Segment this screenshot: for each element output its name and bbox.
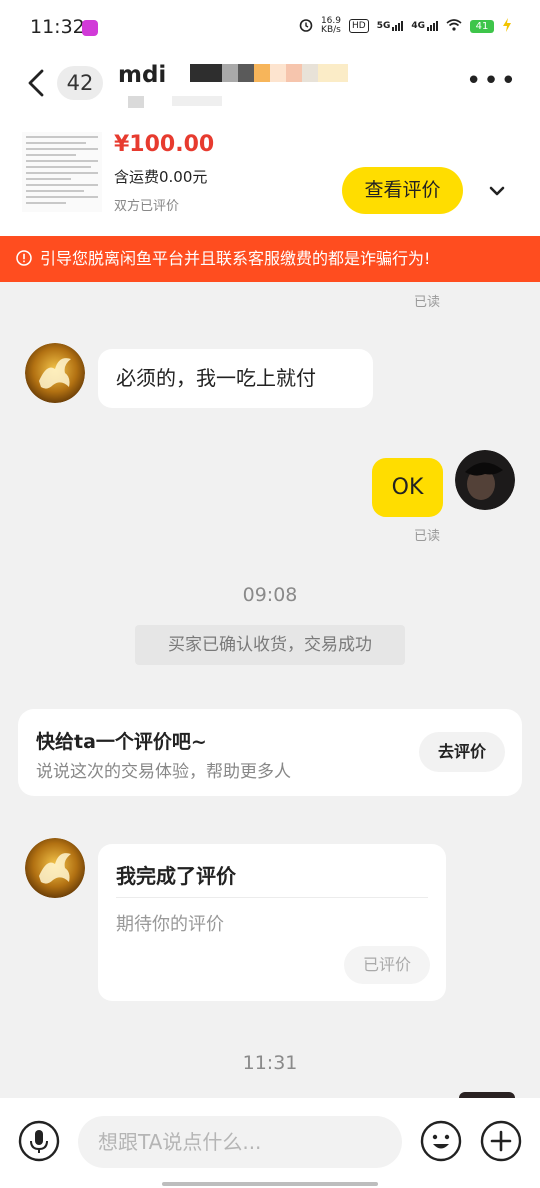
hd-icon: HD [348,19,369,33]
wifi-icon [446,18,462,34]
message-list[interactable]: 已读 必须的，我一吃上就付 OK 已读 09:08 买家已确认收货，交易成功 快… [0,282,540,1098]
product-thumbnail[interactable] [22,132,102,212]
go-review-button[interactable]: 去评价 [419,732,505,772]
unread-count-badge[interactable]: 42 [57,66,103,100]
voice-button[interactable] [18,1120,60,1162]
app-notification-icon [82,20,98,36]
message-bubble-self[interactable]: OK [372,458,443,517]
review-card-text: 期待你的评价 [116,914,224,935]
review-prompt-card: 快给ta一个评价吧~ 说说这次的交易体验，帮助更多人 去评价 [18,709,522,796]
shipping-fee: 含运费0.00元 [114,168,208,186]
seller-avatar[interactable] [25,343,85,403]
reviewed-button[interactable]: 已评价 [344,946,430,984]
review-status: 双方已评价 [114,199,180,214]
status-icons: 16.9 KB/s HD 5G 4G 41 [299,17,512,35]
fraud-warning-banner: 引导您脱离闲鱼平台并且联系客服缴费的都是诈骗行为! [0,236,540,282]
warning-text: 引导您脱离闲鱼平台并且联系客服缴费的都是诈骗行为! [40,249,431,268]
review-prompt-title: 快给ta一个评价吧~ [36,731,207,753]
signal-4g-icon: 4G [411,21,438,31]
read-receipt: 已读 [414,295,441,310]
review-completed-card[interactable]: 我完成了评价 期待你的评价 已评价 [98,844,446,1001]
charging-icon [502,17,512,35]
expand-button[interactable] [476,170,518,212]
emoji-icon [420,1120,462,1162]
contact-name[interactable]: mdi [118,62,166,88]
more-icon: ••• [465,66,518,96]
phoenix-avatar-icon [25,838,85,898]
review-card-title: 我完成了评价 [116,864,236,888]
seller-avatar[interactable] [25,838,85,898]
product-price: ¥100.00 [114,132,215,157]
emoji-button[interactable] [420,1120,462,1162]
battery-icon: 41 [470,19,494,33]
clock: 11:32 [30,16,85,38]
chat-header: 42 mdi ••• ¥100.00 含运费0.00元 双方已评价 查看评价 [0,56,540,236]
review-prompt-subtitle: 说说这次的交易体验，帮助更多人 [36,762,291,782]
divider [116,897,428,898]
back-arrow-icon [28,69,44,97]
message-bubble-seller[interactable]: 必须的，我一吃上就付 [98,349,373,408]
chevron-down-icon [489,186,505,196]
input-bar: 想跟TA说点什么... [0,1098,540,1188]
voice-icon [18,1120,60,1162]
network-speed: 16.9 KB/s [320,16,341,35]
home-indicator[interactable] [162,1182,378,1186]
phoenix-avatar-icon [25,343,85,403]
user-photo-icon [455,450,515,510]
warning-icon [16,250,32,266]
add-attachment-button[interactable] [480,1120,522,1162]
timestamp: 09:08 [242,584,298,606]
status-bar: 11:32 16.9 KB/s HD 5G 4G 41 [0,0,540,56]
alarm-icon [299,18,313,35]
my-avatar[interactable] [455,450,515,510]
signal-5g-icon: 5G [377,21,404,31]
plus-icon [480,1120,522,1162]
more-options-button[interactable]: ••• [466,68,518,94]
system-notice: 买家已确认收货，交易成功 [135,625,405,665]
timestamp: 11:31 [242,1052,298,1074]
message-input[interactable]: 想跟TA说点什么... [78,1116,402,1168]
view-review-button[interactable]: 查看评价 [342,167,463,214]
back-button[interactable] [22,66,52,100]
read-receipt: 已读 [414,529,441,544]
